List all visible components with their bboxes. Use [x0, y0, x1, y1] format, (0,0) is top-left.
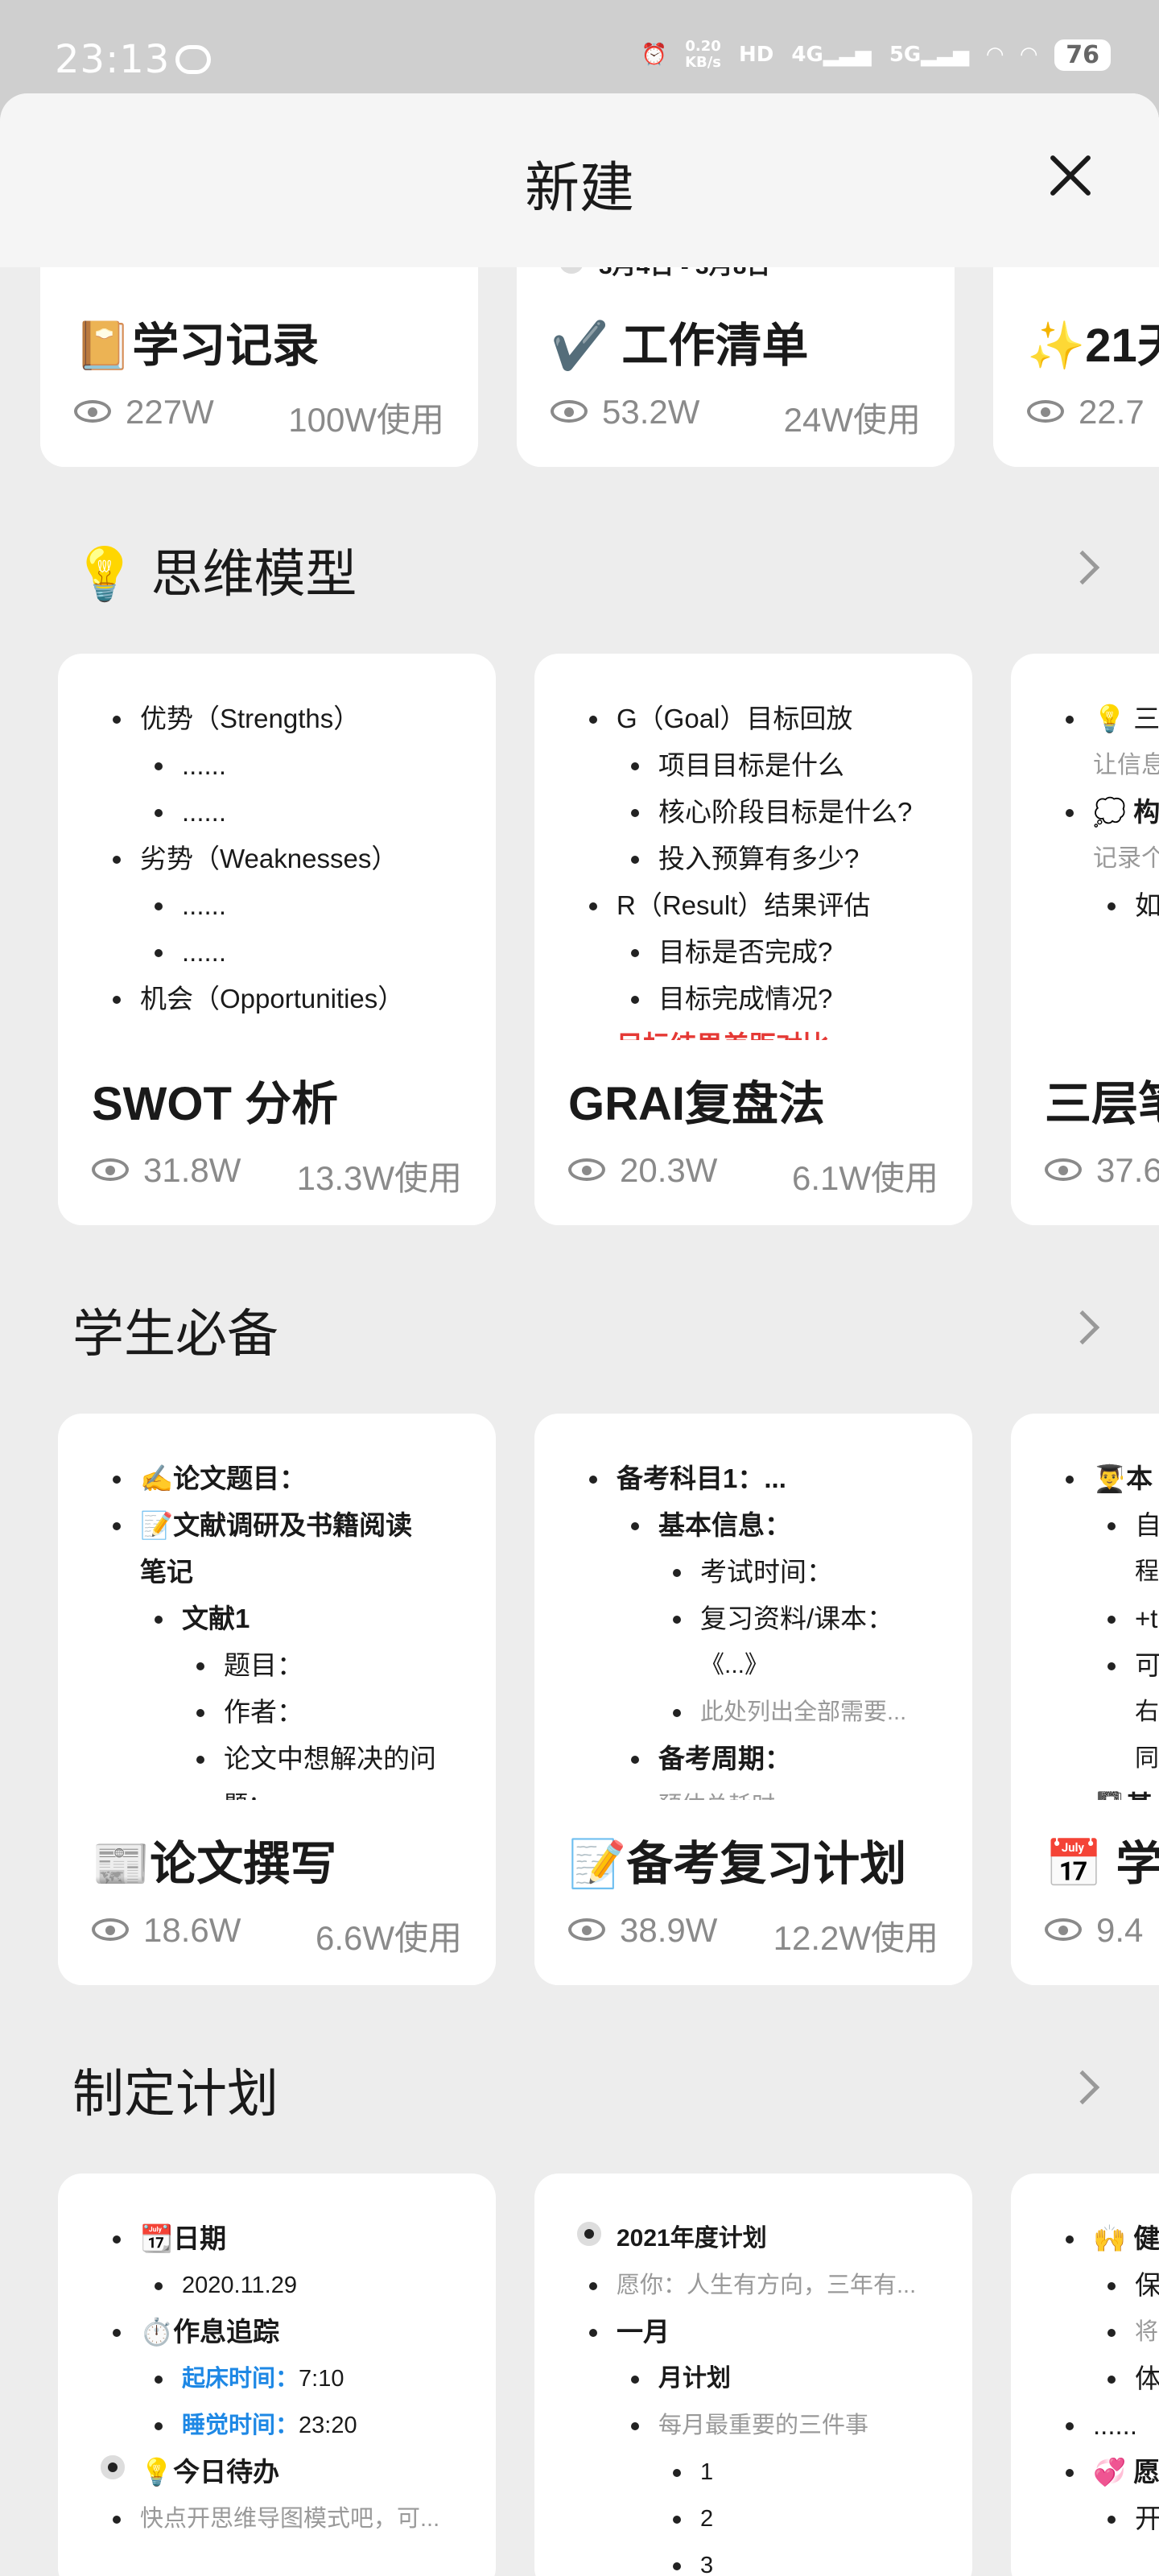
eye-icon — [551, 399, 588, 423]
card-preview: 🙌 健 保 将 体 ...... 💞 愿 开 — [1011, 2174, 1159, 2576]
card-stats: 227W 100W使用 — [74, 393, 444, 442]
signal-4g-icon: 4G ▂▃▅ — [791, 43, 872, 67]
card-preview: G（Goal）目标回放 项目目标是什么 核心阶段目标是什么? 投入预算有多少? … — [534, 654, 972, 1040]
card-stats: 37.6 — [1045, 1151, 1159, 1190]
hd-icon: HD — [739, 43, 774, 67]
eye-icon — [1027, 399, 1064, 423]
template-card-health[interactable]: 🙌 健 保 将 体 ...... 💞 愿 开 — [1011, 2174, 1159, 2576]
card-title: SWOT 分析 — [92, 1078, 339, 1130]
status-icons: ⏰ 0.20 KB/s HD 4G ▂▃▅ 5G ▂▃▅ ◠ ◠ 76 — [641, 39, 1111, 71]
new-sheet: 新建 📔学习记录 227W 100W使用 3月4日 - 3月8日 ✔️ 工作清单… — [0, 93, 1159, 2576]
card-stats: 31.8W 13.3W使用 — [92, 1151, 462, 1200]
alarm-icon: ⏰ — [641, 43, 668, 67]
eye-icon — [568, 1918, 605, 1941]
template-card-thesis[interactable]: ✍️论文题目： 📝文献调研及书籍阅读 笔记 文献1 题目： 作者： 论文中想解决… — [58, 1414, 496, 1985]
section-title-thinking-models: 💡 思维模型 — [72, 545, 357, 603]
section-title-planning: 制定计划 — [72, 2065, 278, 2123]
template-card-swot[interactable]: 优势（Strengths） ...... ...... 劣势（Weaknesse… — [58, 654, 496, 1225]
template-card-study-calendar[interactable]: 👨‍🎓本 自 程 +t 可 右 同 📓基 📅 学 9.4 — [1011, 1414, 1159, 1985]
card-stats: 18.6W 6.6W使用 — [92, 1911, 462, 1960]
card-preview: 2021年度计划 愿你：人生有方向，三年有... 一月 月计划 每月最重要的三件… — [534, 2174, 972, 2576]
card-title: 三层笔 — [1045, 1078, 1159, 1130]
card-stats: 22.7 — [1027, 393, 1159, 431]
card-preview: 备考科目1：... 基本信息： 考试时间： 复习资料/课本： 《...》 此处列… — [534, 1414, 972, 1800]
template-card-three-layer[interactable]: 💡 三 让信息 💭 构 记录个 如 三层笔 37.6 — [1011, 654, 1159, 1225]
eye-icon — [74, 399, 111, 423]
section-title-student: 学生必备 — [72, 1305, 278, 1363]
card-title: 📔学习记录 — [74, 320, 320, 372]
card-title: 📰论文撰写 — [92, 1838, 337, 1890]
template-card-annual[interactable]: 2021年度计划 愿你：人生有方向，三年有... 一月 月计划 每月最重要的三件… — [534, 2174, 972, 2576]
sheet-title: 新建 — [524, 158, 634, 219]
chevron-right-icon[interactable] — [1065, 2070, 1100, 2105]
status-bar: 23:13 ⏰ 0.20 KB/s HD 4G ▂▃▅ 5G ▂▃▅ ◠ ◠ 76 — [0, 0, 1159, 93]
sheet-header: 新建 — [0, 93, 1159, 267]
eye-icon — [568, 1158, 605, 1181]
card-preview: 👨‍🎓本 自 程 +t 可 右 同 📓基 — [1011, 1414, 1159, 1800]
card-stats: 38.9W 12.2W使用 — [568, 1911, 938, 1960]
eye-icon — [92, 1918, 129, 1941]
wifi-icon: ◠ — [987, 43, 1004, 67]
card-title: 📅 学 — [1045, 1838, 1159, 1890]
card-preview: 优势（Strengths） ...... ...... 劣势（Weaknesse… — [58, 654, 496, 1040]
chevron-right-icon[interactable] — [1065, 1310, 1100, 1345]
battery-indicator: 76 — [1054, 39, 1111, 71]
chevron-right-icon[interactable] — [1065, 550, 1100, 585]
signal-5g-icon: 5G ▂▃▅ — [889, 43, 970, 67]
close-icon[interactable] — [1040, 145, 1101, 206]
status-time: 23:13 — [55, 37, 171, 82]
wifi-icon-2: ◠ — [1021, 43, 1037, 67]
eye-icon — [1045, 1158, 1082, 1181]
card-preview: ✍️论文题目： 📝文献调研及书籍阅读 笔记 文献1 题目： 作者： 论文中想解决… — [58, 1414, 496, 1800]
card-stats: 9.4 — [1045, 1911, 1159, 1950]
notification-app-icon — [175, 45, 211, 74]
card-stats: 53.2W 24W使用 — [551, 393, 921, 442]
card-title: GRAI复盘法 — [568, 1078, 826, 1130]
card-title: ✨21天 — [1027, 320, 1159, 372]
template-card-daily[interactable]: 📆日期 2020.11.29 ⏱️作息追踪 起床时间：7:10 睡觉时间：23:… — [58, 2174, 496, 2576]
card-title: ✔️ 工作清单 — [551, 320, 809, 372]
network-speed: 0.20 KB/s — [685, 38, 722, 71]
template-card-exam-plan[interactable]: 备考科目1：... 基本信息： 考试时间： 复习资料/课本： 《...》 此处列… — [534, 1414, 972, 1985]
card-title: 📝备考复习计划 — [568, 1838, 907, 1890]
template-card-grai[interactable]: G（Goal）目标回放 项目目标是什么 核心阶段目标是什么? 投入预算有多少? … — [534, 654, 972, 1225]
eye-icon — [92, 1158, 129, 1181]
card-preview: 💡 三 让信息 💭 构 记录个 如 — [1011, 654, 1159, 1040]
card-stats: 20.3W 6.1W使用 — [568, 1151, 938, 1200]
card-preview: 📆日期 2020.11.29 ⏱️作息追踪 起床时间：7:10 睡觉时间：23:… — [58, 2174, 496, 2576]
eye-icon — [1045, 1918, 1082, 1941]
